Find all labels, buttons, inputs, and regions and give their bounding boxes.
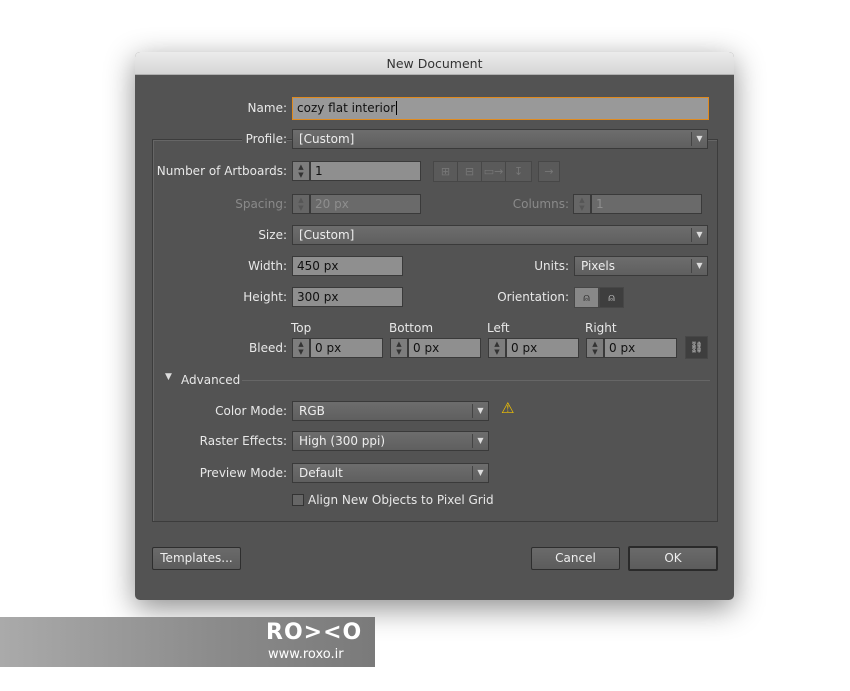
preview-mode-label: Preview Mode: — [199, 466, 287, 480]
columns-input[interactable]: 1 — [591, 194, 702, 214]
width-input[interactable]: 450 px — [292, 256, 403, 276]
columns-label: Columns: — [512, 197, 569, 211]
bleed-top-label: Top — [291, 321, 312, 335]
portrait-icon: ⍝ — [583, 291, 590, 304]
artboards-stepper[interactable]: ▲ ▼ — [292, 161, 310, 181]
bleed-right-stepper[interactable]: ▲ ▼ — [586, 338, 604, 358]
columns-stepper[interactable]: ▲ ▼ — [573, 194, 591, 214]
chevron-down-icon: ▼ — [472, 466, 488, 480]
bleed-right-label: Right — [585, 321, 617, 335]
roxo-logo: RO><O — [266, 620, 363, 645]
bleed-left-label: Left — [487, 321, 510, 335]
warning-icon: ⚠ — [501, 399, 515, 417]
advanced-toggle[interactable]: Advanced — [181, 372, 240, 388]
orientation-label: Orientation: — [497, 290, 569, 304]
arrange-by-column-icon[interactable]: ↧ — [505, 161, 532, 182]
artboards-input[interactable]: 1 — [310, 161, 421, 181]
pixel-grid-checkbox[interactable] — [292, 494, 304, 506]
width-label: Width: — [248, 259, 287, 273]
templates-button[interactable]: Templates... — [152, 547, 241, 570]
landscape-icon: ⍝ — [608, 291, 615, 304]
profile-label: Profile: — [241, 131, 287, 147]
bleed-top-stepper[interactable]: ▲ ▼ — [292, 338, 310, 358]
name-input[interactable]: cozy flat interior — [292, 97, 709, 120]
grid-by-column-icon[interactable]: ⊟ — [457, 161, 482, 182]
name-label: Name: — [247, 101, 287, 115]
chevron-down-icon: ▼ — [691, 228, 707, 242]
spacing-input[interactable]: 20 px — [310, 194, 421, 214]
layout-direction-icon[interactable]: → — [538, 161, 560, 182]
chain-link-icon: ⛓ — [689, 341, 704, 354]
profile-dropdown[interactable]: [Custom] ▼ — [292, 129, 708, 149]
portrait-button[interactable]: ⍝ — [574, 287, 599, 308]
height-input[interactable]: 300 px — [292, 287, 403, 307]
bleed-left-input[interactable]: 0 px — [506, 338, 579, 358]
bleed-left-stepper[interactable]: ▲ ▼ — [488, 338, 506, 358]
ok-button[interactable]: OK — [628, 546, 718, 571]
pixel-grid-label[interactable]: Align New Objects to Pixel Grid — [308, 492, 494, 508]
chevron-down-icon: ▼ — [472, 434, 488, 448]
chevron-down-icon: ▼ — [691, 259, 707, 273]
arrange-by-row-icon[interactable]: ▭→ — [481, 161, 506, 182]
spacing-label: Spacing: — [235, 197, 287, 211]
size-dropdown[interactable]: [Custom] ▼ — [292, 225, 708, 245]
link-bleed-button[interactable]: ⛓ — [685, 336, 708, 359]
bleed-label: Bleed: — [249, 341, 287, 355]
chevron-down-icon: ▼ — [472, 404, 488, 418]
color-mode-dropdown[interactable]: RGB ▼ — [292, 401, 489, 421]
bleed-right-input[interactable]: 0 px — [604, 338, 677, 358]
chevron-down-icon: ▼ — [691, 132, 707, 146]
bleed-bottom-stepper[interactable]: ▲ ▼ — [390, 338, 408, 358]
watermark-banner: RO><O www.roxo.ir — [0, 617, 375, 667]
size-label: Size: — [258, 228, 287, 242]
grid-by-row-icon[interactable]: ⊞ — [433, 161, 458, 182]
raster-effects-label: Raster Effects: — [199, 434, 287, 448]
units-dropdown[interactable]: Pixels ▼ — [574, 256, 708, 276]
cancel-button[interactable]: Cancel — [531, 547, 620, 570]
height-label: Height: — [243, 290, 287, 304]
artboards-label: Number of Artboards: — [156, 164, 287, 178]
units-label: Units: — [534, 259, 569, 273]
watermark-url: www.roxo.ir — [268, 647, 344, 662]
bleed-top-input[interactable]: 0 px — [310, 338, 383, 358]
new-document-dialog: New Document Name: cozy flat interior Pr… — [135, 52, 734, 600]
spacing-stepper[interactable]: ▲ ▼ — [292, 194, 310, 214]
bleed-bottom-input[interactable]: 0 px — [408, 338, 481, 358]
preview-mode-dropdown[interactable]: Default ▼ — [292, 463, 489, 483]
advanced-divider — [242, 380, 710, 381]
dialog-title: New Document — [135, 52, 734, 75]
disclosure-triangle-icon[interactable]: ▼ — [165, 372, 172, 382]
landscape-button[interactable]: ⍝ — [599, 287, 624, 308]
color-mode-label: Color Mode: — [215, 404, 287, 418]
bleed-bottom-label: Bottom — [389, 321, 434, 335]
raster-effects-dropdown[interactable]: High (300 ppi) ▼ — [292, 431, 489, 451]
